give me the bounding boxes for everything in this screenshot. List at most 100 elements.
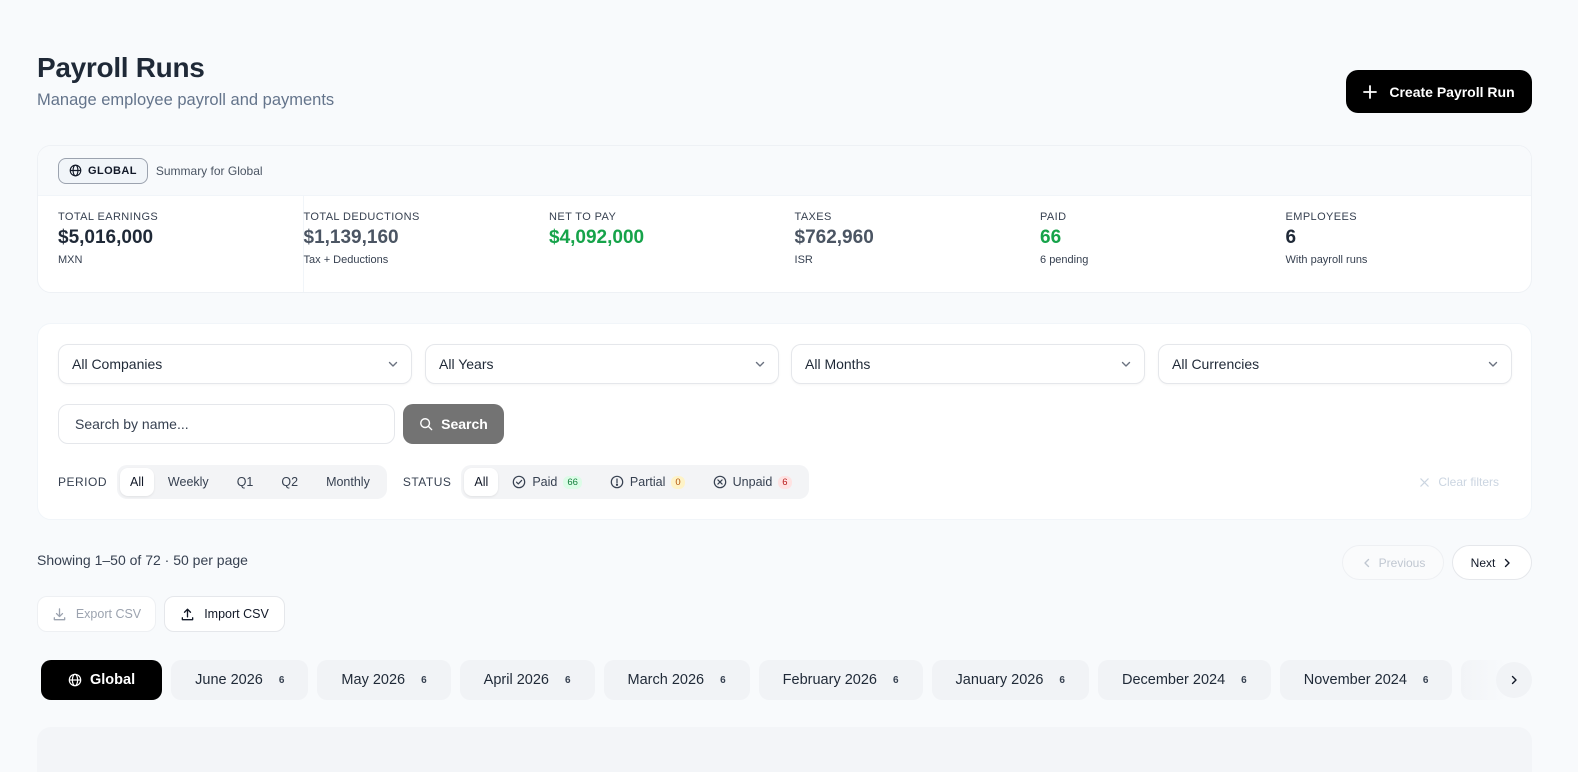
scope-description: Summary for Global [155, 163, 263, 178]
export-csv-button[interactable]: Export CSV [37, 596, 156, 632]
period-option-q2[interactable]: Q2 [267, 468, 312, 496]
month-select[interactable]: All Months [791, 344, 1145, 384]
stat-sub: With payroll runs [1285, 254, 1368, 266]
search-icon [419, 417, 433, 431]
chevron-left-icon [1361, 557, 1373, 569]
stat-label: TAXES [794, 211, 832, 223]
status-count-badge: 0 [671, 475, 685, 489]
search-button-label: Search [441, 416, 488, 432]
search-input[interactable] [58, 404, 395, 444]
stat-value: $1,139,160 [303, 227, 399, 248]
tab-count: 6 [892, 674, 899, 686]
tab-march-2026[interactable]: March 2026 6 [603, 660, 750, 700]
stat-value: 6 [1285, 227, 1297, 248]
stat-taxes: TAXES $762,960 ISR [795, 196, 1041, 292]
tab-label: November 2024 [1303, 672, 1407, 688]
chevron-down-icon [754, 358, 766, 370]
stats-row: TOTAL EARNINGS $5,016,000 MXN TOTAL DEDU… [38, 196, 1531, 292]
stat-label: PAID [1040, 211, 1067, 223]
tab-label: June 2026 [195, 672, 263, 688]
x-circle-icon [713, 475, 727, 489]
stat-paid: PAID 66 6 pending [1040, 196, 1286, 292]
tab-may-2026[interactable]: May 2026 6 [317, 660, 451, 700]
tab-count: 6 [421, 674, 427, 686]
download-icon [52, 607, 67, 622]
status-option-partial[interactable]: Partial 0 [596, 468, 699, 496]
tab-label: January 2026 [955, 672, 1044, 688]
tab-global[interactable]: Global [41, 660, 163, 700]
currency-select[interactable]: All Currencies [1158, 344, 1512, 384]
page-title: Payroll Runs [37, 52, 205, 83]
alert-circle-icon [610, 475, 624, 489]
clear-filters-label: Clear filters [1438, 475, 1499, 489]
upload-icon [180, 607, 195, 622]
stat-sub: Tax + Deductions [303, 254, 389, 266]
stat-value: $762,960 [794, 227, 874, 248]
chevron-right-icon [1508, 674, 1520, 686]
status-option-unpaid[interactable]: Unpaid 6 [699, 468, 806, 496]
period-option-weekly[interactable]: Weekly [154, 468, 223, 496]
tab-february-2026[interactable]: February 2026 6 [758, 660, 923, 700]
check-circle-icon [512, 475, 526, 489]
filter-card: All Companies All Years All Months All C… [37, 323, 1532, 520]
page-header: Payroll Runs Manage employee payroll and… [37, 52, 334, 110]
tab-november-2024[interactable]: November 2024 6 [1279, 660, 1453, 700]
tab-label: Global [90, 672, 136, 688]
stat-label: EMPLOYEES [1285, 211, 1357, 223]
period-option-q1[interactable]: Q1 [223, 468, 268, 496]
chevron-down-icon [1120, 358, 1132, 370]
import-csv-button[interactable]: Import CSV [164, 596, 285, 632]
tab-label: December 2024 [1121, 672, 1226, 688]
close-icon [1419, 477, 1430, 488]
month-select-value: All Months [805, 356, 871, 372]
stat-employees: EMPLOYEES 6 With payroll runs [1285, 196, 1531, 292]
status-option-all[interactable]: All [464, 468, 499, 496]
stat-sub: MXN [58, 254, 83, 266]
period-segmented-control: All Weekly Q1 Q2 Monthly [117, 465, 387, 499]
chevron-right-icon [1501, 557, 1513, 569]
tab-label: March 2026 [627, 672, 705, 688]
tab-label: May 2026 [341, 672, 406, 688]
plus-icon [1363, 84, 1378, 99]
export-csv-label: Export CSV [75, 607, 142, 621]
next-page-button[interactable]: Next [1452, 545, 1532, 580]
stat-value: $4,092,000 [549, 227, 645, 248]
previous-label: Previous [1378, 555, 1426, 570]
status-option-label: Partial [629, 475, 666, 489]
status-count-badge: 6 [778, 475, 792, 489]
stat-label: TOTAL DEDUCTIONS [303, 211, 420, 223]
stat-label: TOTAL EARNINGS [58, 211, 159, 223]
payroll-table-card [37, 727, 1532, 772]
period-label: PERIOD [58, 475, 108, 489]
tab-count: 6 [1059, 674, 1065, 686]
tab-june-2026[interactable]: June 2026 6 [171, 660, 309, 700]
previous-page-button[interactable]: Previous [1342, 545, 1444, 580]
chevron-down-icon [387, 358, 399, 370]
scope-badge[interactable]: GLOBAL [58, 157, 148, 184]
tab-label: February 2026 [782, 672, 877, 688]
tab-count: 6 [278, 674, 285, 686]
stat-total-deductions: TOTAL DEDUCTIONS $1,139,160 Tax + Deduct… [304, 196, 550, 292]
tabs-scroll-right-button[interactable] [1496, 662, 1532, 698]
summary-card: GLOBAL Summary for Global TOTAL EARNINGS… [37, 145, 1532, 293]
status-option-label: Paid [532, 475, 558, 489]
search-button[interactable]: Search [403, 404, 504, 444]
tab-april-2026[interactable]: April 2026 6 [459, 660, 595, 700]
status-option-paid[interactable]: Paid 66 [498, 468, 596, 496]
company-select[interactable]: All Companies [58, 344, 412, 384]
scope-badge-label: GLOBAL [88, 164, 137, 177]
next-label: Next [1470, 555, 1496, 570]
tab-december-2024[interactable]: December 2024 6 [1097, 660, 1271, 700]
import-csv-label: Import CSV [204, 607, 269, 621]
year-select[interactable]: All Years [425, 344, 779, 384]
tab-count: 6 [720, 674, 726, 686]
create-payroll-run-button[interactable]: Create Payroll Run [1346, 70, 1532, 113]
tab-label: April 2026 [483, 672, 549, 688]
tab-january-2026[interactable]: January 2026 6 [931, 660, 1089, 700]
page-subtitle: Manage employee payroll and payments [37, 91, 335, 109]
status-segmented-control: All Paid 66 Partial 0 Unpaid 6 [461, 465, 809, 499]
period-option-monthly[interactable]: Monthly [312, 468, 384, 496]
filter-chips-row: PERIOD All Weekly Q1 Q2 Monthly STATUS A… [58, 465, 1511, 499]
clear-filters-button[interactable]: Clear filters [1419, 475, 1511, 489]
period-option-all[interactable]: All [120, 468, 154, 496]
